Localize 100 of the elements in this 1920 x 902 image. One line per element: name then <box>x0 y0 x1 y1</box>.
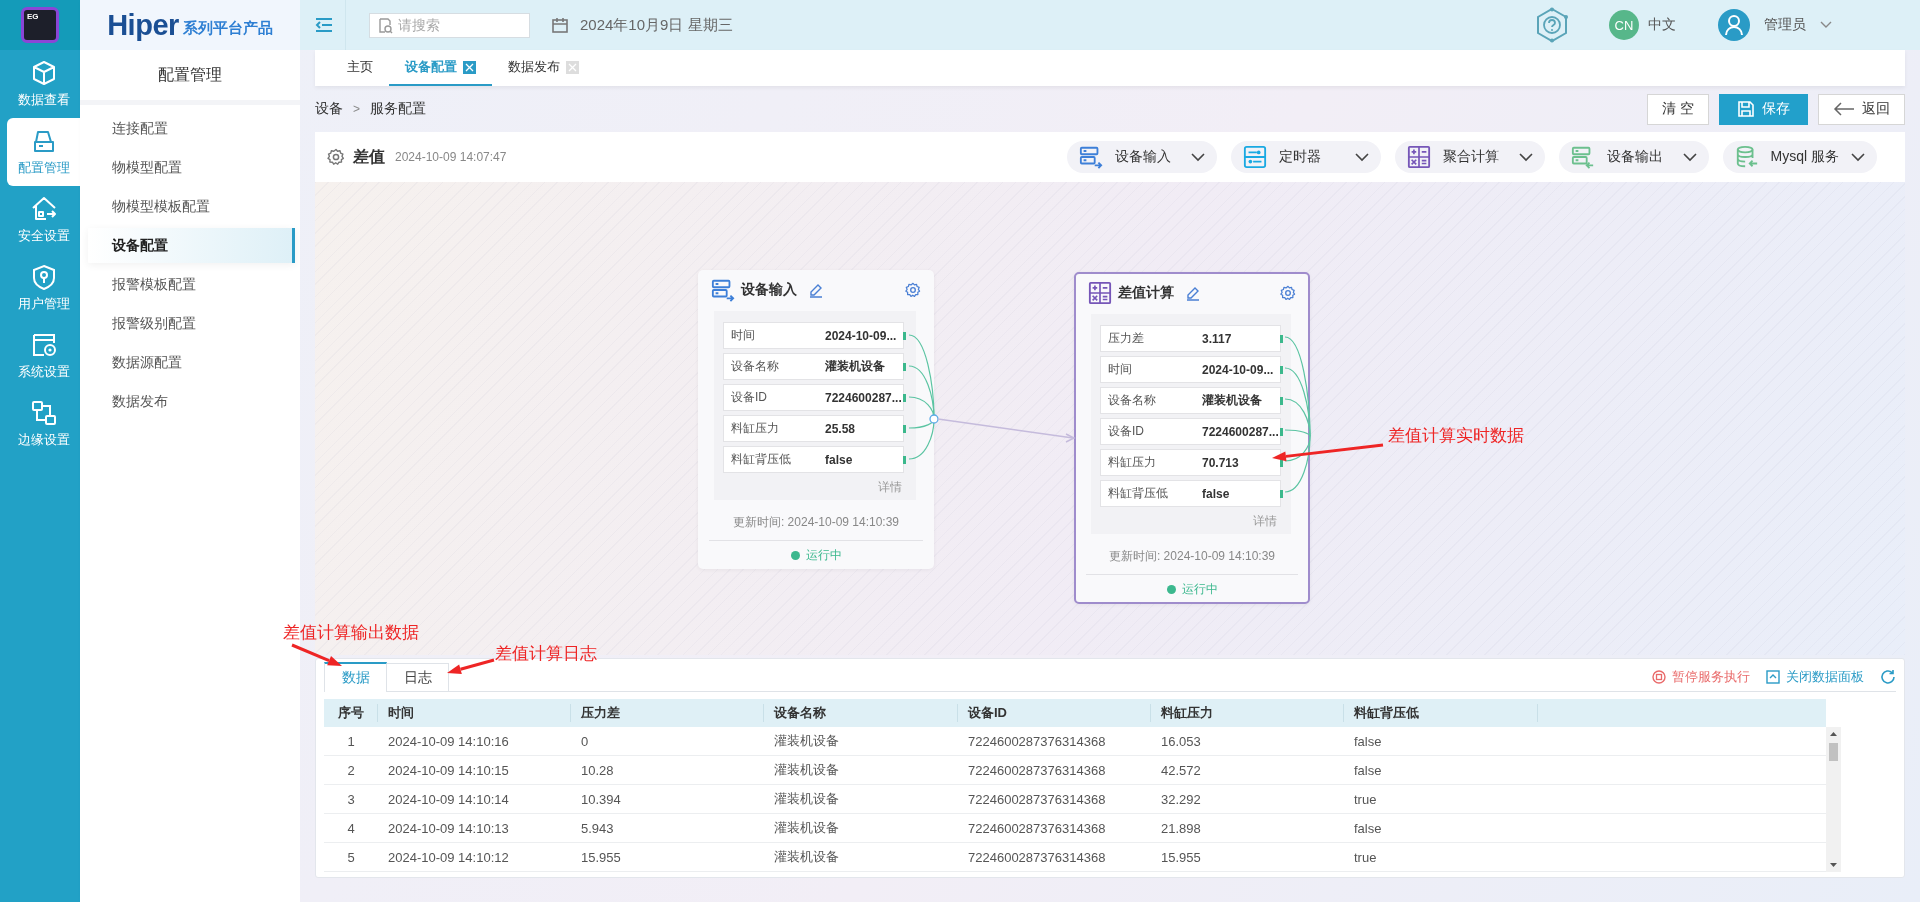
table-cell-text: 灌装机设备 <box>773 790 840 808</box>
column-header[interactable]: 设备名称 <box>764 704 958 722</box>
port-handle[interactable] <box>1280 490 1283 498</box>
brand-name: Hiper <box>107 8 179 42</box>
tab-label: 数据发布 <box>508 58 560 76</box>
port-handle[interactable] <box>1280 335 1283 343</box>
sidebar-item[interactable]: 数据源配置 <box>88 345 295 380</box>
node-type-dropdown[interactable]: 聚合计算 <box>1394 141 1545 173</box>
table-cell-text: 4 <box>346 819 356 838</box>
sidebar-item[interactable]: 连接配置 <box>88 111 295 146</box>
scrollbar-thumb[interactable] <box>1829 743 1838 761</box>
table-cell-text: false <box>1353 732 1383 751</box>
settings-icon[interactable] <box>1280 285 1296 301</box>
field-value: 灌装机设备 <box>825 358 885 375</box>
table-cell-text: 灌装机设备 <box>773 732 840 750</box>
table-cell-text: 2024-10-09 14:10:13 <box>387 819 510 838</box>
table-cell-text: 5.943 <box>580 819 615 838</box>
scrollbar[interactable] <box>1826 727 1841 872</box>
scroll-up-icon <box>1830 732 1837 736</box>
refresh-icon[interactable] <box>1880 669 1896 685</box>
language-menu[interactable]: CN 中文 <box>1609 10 1676 40</box>
sidebar-item[interactable]: 设备配置 <box>88 228 295 263</box>
port-handle[interactable] <box>1280 397 1283 405</box>
column-header[interactable]: 料缸背压低 <box>1344 704 1538 722</box>
database-icon <box>1734 145 1759 169</box>
date-text: 2024年10月9日 星期三 <box>580 15 733 35</box>
close-icon[interactable] <box>566 60 579 74</box>
breadcrumb-item[interactable]: 设备 <box>315 100 343 118</box>
pencil-icon[interactable] <box>809 282 823 298</box>
clear-button[interactable]: 清 空 <box>1647 93 1709 125</box>
pencil-icon[interactable] <box>1186 285 1200 301</box>
node-type-dropdown[interactable]: 设备输入 <box>1066 141 1217 173</box>
tab-label: 设备配置 <box>405 58 457 76</box>
port-handle[interactable] <box>903 456 906 464</box>
field-name: 时间 <box>730 327 756 344</box>
field-name: 料缸背压低 <box>730 451 792 468</box>
node-type-dropdown[interactable]: 设备输出 <box>1558 141 1709 173</box>
field-value: 25.58 <box>825 421 856 436</box>
service-name: 差值 <box>353 146 385 167</box>
user-menu[interactable]: 管理员 <box>1718 9 1832 41</box>
port-handle[interactable] <box>1280 428 1283 436</box>
field-name: 时间 <box>1107 361 1133 378</box>
field-value: 7224600287... <box>825 390 902 405</box>
table-cell-text: true <box>1353 790 1378 809</box>
column-header[interactable]: 时间 <box>378 704 571 722</box>
node-title: 设备输入 <box>741 281 797 299</box>
scroll-down-icon <box>1830 863 1837 867</box>
field-name: 设备ID <box>1107 423 1145 440</box>
node-card[interactable]: 设备输入 时间 2024-10-09... 设备名称 灌装机设备 设备ID 7224600287... 料缸压力 25.58 料缸背压低 false 详情 更新时间: 2024-10-09 14:10:39 运行中 <box>698 270 934 569</box>
port-handle[interactable] <box>903 363 906 371</box>
port-handle[interactable] <box>903 332 906 340</box>
field-name: 设备名称 <box>730 358 780 375</box>
back-button[interactable]: 返回 <box>1818 93 1905 125</box>
table-cell-text: 灌装机设备 <box>773 819 840 837</box>
table-cell-text: false <box>1353 761 1383 780</box>
node-title: 差值计算 <box>1118 284 1174 302</box>
panel-toggle-icon <box>1242 145 1267 169</box>
port-handle[interactable] <box>1280 366 1283 374</box>
table-cell-text: 21.898 <box>1160 819 1202 838</box>
breadcrumb-item[interactable]: 服务配置 <box>370 100 426 118</box>
help-icon[interactable] <box>1535 7 1569 43</box>
node-type-dropdown[interactable]: Mysql 服务 <box>1722 141 1877 173</box>
column-header[interactable]: 序号 <box>324 704 378 722</box>
stop-circle-icon <box>1652 670 1666 684</box>
table-cell-text: 15.955 <box>580 848 622 867</box>
chevron-down-icon <box>1190 152 1205 162</box>
column-header[interactable]: 压力差 <box>571 704 764 722</box>
column-header[interactable]: 设备ID <box>958 704 1151 722</box>
chevron-down-icon <box>1354 152 1369 162</box>
calculator-icon <box>1406 145 1431 169</box>
update-time: 更新时间: 2024-10-09 14:10:39 <box>1107 548 1277 565</box>
table-cell-text: 7224600287376314368 <box>967 819 1107 838</box>
table-cell-text: 2024-10-09 14:10:12 <box>387 848 510 867</box>
table-cell-text: 7224600287376314368 <box>967 790 1107 809</box>
sidebar-item[interactable]: 报警模板配置 <box>88 267 295 302</box>
tab[interactable]: 主页 <box>331 50 389 86</box>
menu-icon[interactable] <box>315 17 333 33</box>
chevron-down-icon <box>1518 152 1533 162</box>
settings-icon[interactable] <box>327 148 345 166</box>
port-handle[interactable] <box>903 394 906 402</box>
field-value: 3.117 <box>1202 331 1232 346</box>
calendar-icon <box>552 17 568 33</box>
sidebar-item[interactable]: 报警级别配置 <box>88 306 295 341</box>
column-header[interactable]: 料缸压力 <box>1151 704 1344 722</box>
node-card[interactable]: 差值计算 压力差 3.117 时间 2024-10-09... 设备名称 灌装机设备 设备ID 7224600287... 料缸压力 70.713 料缸背压低 false 详情 更新时间: 2024-10-09 14:10:39 运行中 <box>1074 272 1310 604</box>
port-handle[interactable] <box>903 425 906 433</box>
sidebar-item[interactable]: 数据发布 <box>88 384 295 419</box>
tab[interactable]: 数据发布 <box>492 50 595 86</box>
field-value: 2024-10-09... <box>825 328 897 343</box>
sidebar-item[interactable]: 物模型模板配置 <box>88 189 295 224</box>
search-field[interactable]: 请搜索 <box>369 12 530 38</box>
close-icon[interactable] <box>463 60 476 74</box>
table-cell-text: false <box>1353 819 1383 838</box>
panel-tab[interactable]: 日志 <box>386 663 449 691</box>
settings-icon[interactable] <box>905 282 921 298</box>
field-value: 2024-10-09... <box>1202 362 1274 377</box>
node-type-dropdown[interactable]: 定时器 <box>1230 141 1381 173</box>
sidebar-item[interactable]: 物模型配置 <box>88 150 295 185</box>
breadcrumb-separator: > <box>353 102 360 116</box>
table-cell-text: 灌装机设备 <box>773 761 840 779</box>
